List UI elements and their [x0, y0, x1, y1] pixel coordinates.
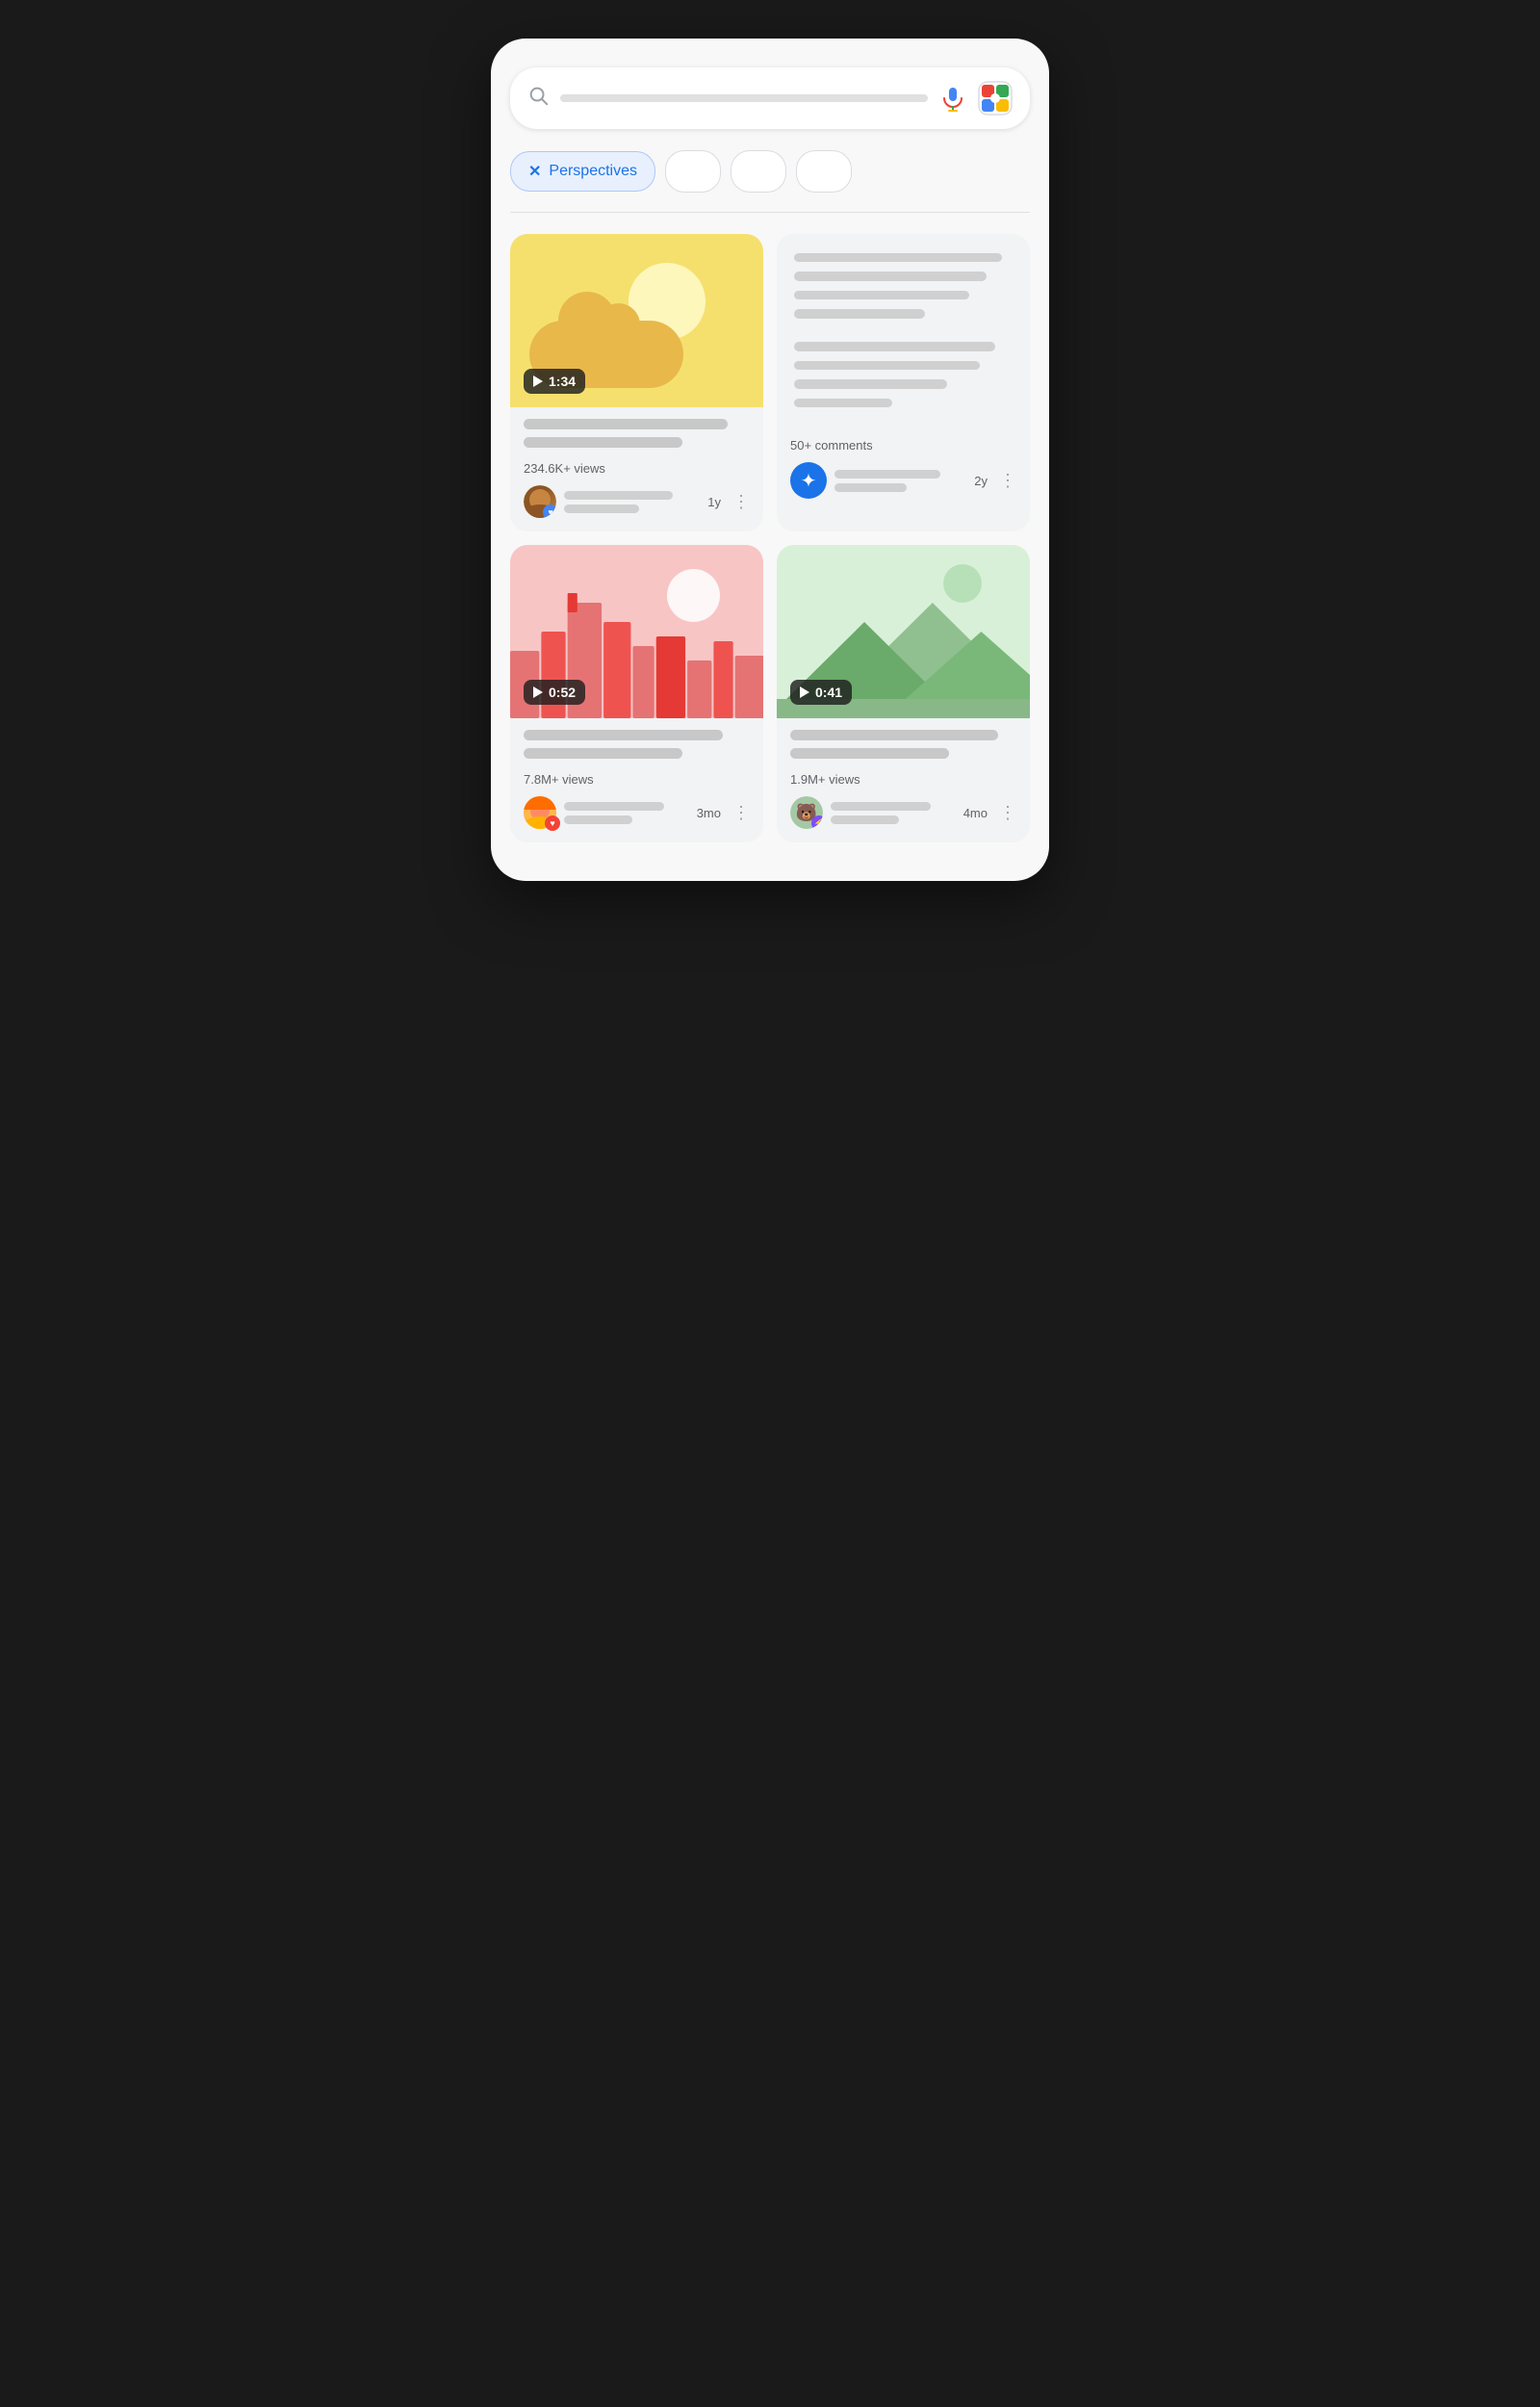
- chip-filter-2[interactable]: [665, 150, 721, 193]
- card-3-thumbnail: 0:52: [510, 545, 763, 718]
- card-3-title-line-1: [524, 730, 723, 740]
- play-icon-1: [533, 375, 543, 387]
- search-input[interactable]: [560, 94, 928, 102]
- card-1-author-bars: [564, 491, 700, 513]
- card-1-body: 234.6K+ views ♥ 1y ⋮: [510, 407, 763, 531]
- card-3-stats: 7.8M+ views: [524, 772, 750, 787]
- chip-active-label: Perspectives: [549, 163, 637, 180]
- lens-icon[interactable]: [978, 81, 1013, 116]
- card-4-body: 1.9M+ views 🐻 ⚡ 4mo ⋮: [777, 718, 1030, 842]
- card-2-stats: 50+ comments: [790, 438, 1016, 453]
- card-2-author-bars: [834, 470, 966, 492]
- lightning-badge-4: ⚡: [811, 815, 823, 829]
- heart-badge-3: ♥: [545, 815, 560, 831]
- card-1-footer: ♥ 1y ⋮: [524, 485, 750, 518]
- card-1-avatar: ♥: [524, 485, 556, 518]
- card-1-stats: 234.6K+ views: [524, 461, 750, 476]
- video-duration-1: 1:34: [524, 369, 585, 394]
- card-2-body: 50+ comments ✦ 2y ⋮: [777, 427, 1030, 512]
- card-3[interactable]: 0:52 7.8M+ views ♥: [510, 545, 763, 842]
- video-duration-4: 0:41: [790, 680, 852, 705]
- heart-badge-1: ♥: [543, 505, 556, 518]
- card-1-title-line-2: [524, 437, 682, 448]
- card-1-title-line-1: [524, 419, 728, 429]
- card-2-footer: ✦ 2y ⋮: [790, 462, 1016, 499]
- card-3-title-line-2: [524, 748, 682, 759]
- search-icon: [527, 85, 549, 112]
- card-4-footer: 🐻 ⚡ 4mo ⋮: [790, 796, 1016, 829]
- card-3-body: 7.8M+ views ♥: [510, 718, 763, 842]
- card-4-title-line-2: [790, 748, 949, 759]
- card-4-title-line-1: [790, 730, 998, 740]
- card-4-more-button[interactable]: ⋮: [999, 804, 1016, 821]
- card-3-author-bars: [564, 802, 689, 824]
- card-3-avatar: ♥: [524, 796, 556, 829]
- video-duration-3: 0:52: [524, 680, 585, 705]
- chip-perspectives[interactable]: ✕ Perspectives: [510, 151, 655, 192]
- card-2-more-button[interactable]: ⋮: [999, 472, 1016, 489]
- card-4[interactable]: 0:41 1.9M+ views 🐻 ⚡ 4mo ⋮: [777, 545, 1030, 842]
- card-4-author-bars: [831, 802, 956, 824]
- card-2-thumbnail: [777, 234, 1030, 427]
- star-icon: ✦: [801, 469, 817, 493]
- card-4-thumbnail: 0:41: [777, 545, 1030, 718]
- filter-chips: ✕ Perspectives: [510, 150, 1030, 193]
- chip-filter-3[interactable]: [731, 150, 786, 193]
- play-icon-3: [533, 686, 543, 698]
- chip-x-icon: ✕: [528, 162, 541, 181]
- card-1-time: 1y: [707, 495, 721, 509]
- card-3-more-button[interactable]: ⋮: [732, 804, 750, 821]
- phone-container: ✕ Perspectives 1:34: [491, 39, 1049, 881]
- card-4-avatar: 🐻 ⚡: [790, 796, 823, 829]
- chip-filter-4[interactable]: [796, 150, 852, 193]
- card-2[interactable]: 50+ comments ✦ 2y ⋮: [777, 234, 1030, 531]
- search-bar[interactable]: [510, 67, 1030, 129]
- cards-grid: 1:34 234.6K+ views ♥: [510, 234, 1030, 842]
- card-1-more-button[interactable]: ⋮: [732, 493, 750, 510]
- card-1-thumbnail: 1:34: [510, 234, 763, 407]
- card-3-footer: ♥ 3mo ⋮: [524, 796, 750, 829]
- card-2-time: 2y: [974, 474, 988, 488]
- card-4-time: 4mo: [963, 806, 988, 820]
- card-3-time: 3mo: [697, 806, 721, 820]
- card-1[interactable]: 1:34 234.6K+ views ♥: [510, 234, 763, 531]
- play-icon-4: [800, 686, 809, 698]
- card-2-avatar: ✦: [790, 462, 827, 499]
- mic-icon[interactable]: [939, 85, 966, 112]
- section-divider: [510, 212, 1030, 213]
- card-4-stats: 1.9M+ views: [790, 772, 1016, 787]
